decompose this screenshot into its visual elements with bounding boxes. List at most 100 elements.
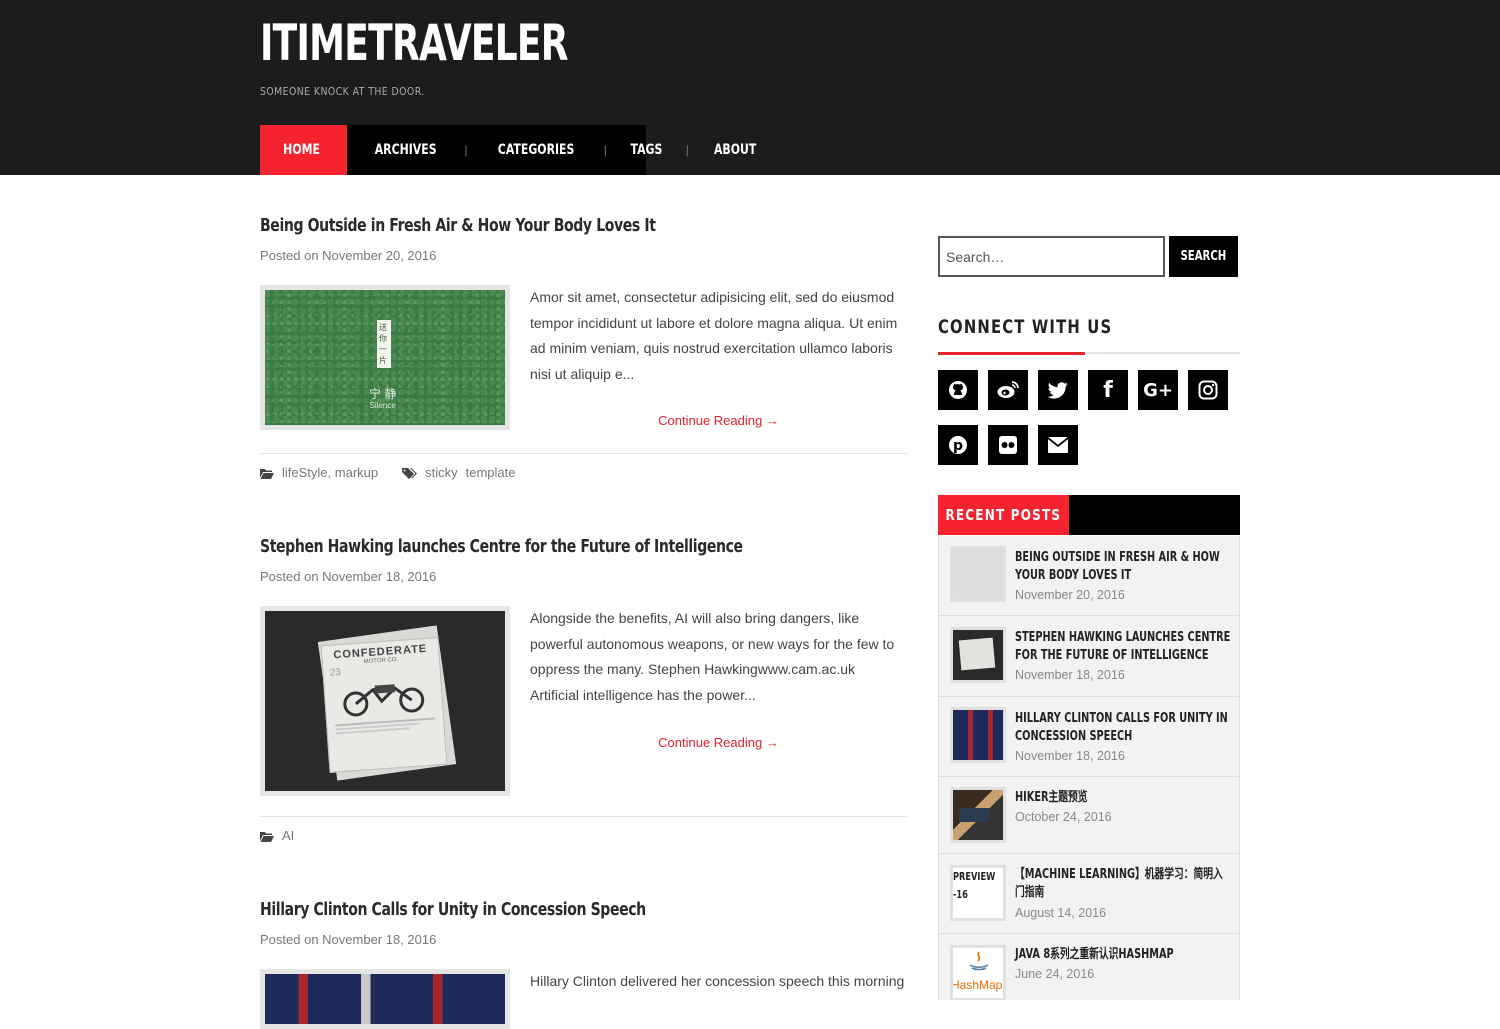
site-header: ITIMETRAVELER SOMEONE KNOCK AT THE DOOR.… — [0, 0, 1500, 175]
google-plus-icon: G+ — [1143, 379, 1173, 401]
post-title[interactable]: Being Outside in Fresh Air & How Your Bo… — [260, 215, 765, 236]
post-title[interactable]: Stephen Hawking launches Centre for the … — [260, 536, 765, 557]
post-title[interactable]: Hillary Clinton Calls for Unity in Conce… — [260, 899, 765, 920]
recent-post-thumb — [950, 627, 1006, 683]
newspaper-image: CONFEDERATE MOTOR CO. 23 — [265, 611, 505, 791]
post-date: Posted on November 20, 2016 — [260, 248, 437, 263]
recent-post-item[interactable]: BEING OUTSIDE IN FRESH AIR & HOW YOUR BO… — [939, 536, 1239, 616]
recent-post-title[interactable]: STEPHEN HAWKING LAUNCHES CENTRE FOR THE … — [1015, 629, 1233, 665]
site-tagline: SOMEONE KNOCK AT THE DOOR. — [260, 85, 425, 98]
flickr-icon — [999, 436, 1017, 454]
category-separator: , — [327, 465, 332, 480]
search-button[interactable]: SEARCH — [1169, 236, 1238, 277]
category-link[interactable]: markup — [335, 465, 378, 480]
facebook-button[interactable]: f — [1088, 370, 1128, 410]
weibo-button[interactable] — [988, 370, 1028, 410]
tag-link[interactable]: template — [466, 465, 516, 480]
tag-link[interactable]: sticky — [425, 465, 458, 480]
post-excerpt: Hillary Clinton delivered her concession… — [530, 973, 905, 989]
post-date: Posted on November 18, 2016 — [260, 569, 437, 584]
category-link[interactable]: lifeStyle — [282, 465, 328, 480]
recent-post-thumb: HashMap — [950, 945, 1006, 1000]
recent-post-date: November 20, 2016 — [1015, 588, 1125, 602]
java-icon — [969, 951, 989, 971]
site-title[interactable]: ITIMETRAVELER — [260, 14, 569, 72]
recent-post-title[interactable]: JAVA 8系列之重新认识HASHMAP — [1015, 946, 1233, 964]
thumb-newspaper — [958, 637, 996, 671]
recent-post-title[interactable]: HIKER主题预览 — [1015, 789, 1233, 807]
recent-post-date: November 18, 2016 — [1015, 668, 1125, 682]
connect-title: CONNECT WITH US — [938, 316, 1113, 338]
post-excerpt: Alongside the benefits, AI will also bri… — [530, 610, 895, 703]
recent-post-title[interactable]: 【MACHINE LEARNING】机器学习：简明入门指南 — [1015, 866, 1233, 902]
forest-image: 送你一片 宁 静 Silence — [265, 290, 505, 425]
instagram-button[interactable] — [1188, 370, 1228, 410]
nav-item-categories[interactable]: CATEGORIES — [468, 125, 604, 175]
post-meta: AI — [260, 816, 907, 843]
post-excerpt: Amor sit amet, consectetur adipisicing e… — [530, 289, 898, 382]
search-input[interactable] — [938, 236, 1165, 277]
post-meta: lifeStyle, markup sticky template — [260, 453, 907, 480]
folder-icon — [260, 468, 274, 479]
post-thumbnail[interactable]: CONFEDERATE MOTOR CO. 23 — [260, 606, 510, 796]
post-article: Stephen Hawking launches Centre for the … — [260, 536, 907, 843]
post-thumbnail[interactable]: 送你一片 宁 静 Silence — [260, 285, 510, 430]
envelope-icon — [1048, 437, 1068, 453]
nav-item-about[interactable]: ABOUT — [689, 125, 781, 175]
recent-post-date: August 14, 2016 — [1015, 906, 1107, 920]
recent-post-title[interactable]: BEING OUTSIDE IN FRESH AIR & HOW YOUR BO… — [1015, 549, 1233, 585]
post-article: Hillary Clinton Calls for Unity in Conce… — [260, 899, 907, 1029]
post-article: Being Outside in Fresh Air & How Your Bo… — [260, 215, 907, 480]
recent-post-date: November 18, 2016 — [1015, 749, 1125, 763]
pinterest-icon: p — [949, 436, 967, 454]
nav-item-home[interactable]: HOME — [260, 125, 348, 175]
github-button[interactable] — [938, 370, 978, 410]
post-body: 送你一片 宁 静 Silence Amor sit amet, consecte… — [260, 285, 907, 431]
recent-post-title[interactable]: HILLARY CLINTON CALLS FOR UNITY IN CONCE… — [1015, 710, 1233, 746]
speech-image — [265, 974, 505, 1024]
motorcycle-graphic — [343, 684, 425, 717]
continue-reading-link[interactable]: Continue Reading → — [530, 735, 907, 750]
nav-item-archives[interactable]: ARCHIVES — [347, 125, 464, 175]
tags-icon — [402, 467, 418, 479]
post-body: CONFEDERATE MOTOR CO. 23 Alongside the b… — [260, 606, 907, 796]
continue-reading-link[interactable]: Continue Reading → — [530, 413, 907, 428]
recent-posts-list: BEING OUTSIDE IN FRESH AIR & HOW YOUR BO… — [938, 536, 1240, 1000]
newspaper-front: CONFEDERATE MOTOR CO. 23 — [320, 637, 448, 773]
flickr-button[interactable] — [988, 425, 1028, 465]
poster-caption: 宁 静 Silence — [369, 388, 396, 412]
email-button[interactable] — [1038, 425, 1078, 465]
recent-post-date: October 24, 2016 — [1015, 810, 1112, 824]
recent-post-thumb — [950, 546, 1006, 602]
recent-post-item[interactable]: STEPHEN HAWKING LAUNCHES CENTRE FOR THE … — [939, 616, 1239, 697]
instagram-icon — [1198, 380, 1218, 400]
github-icon — [949, 381, 967, 399]
recent-post-thumb — [950, 787, 1006, 843]
poster-vertical-text: 送你一片 — [379, 323, 387, 365]
google-plus-button[interactable]: G+ — [1138, 370, 1178, 410]
recent-post-item[interactable]: HashMap JAVA 8系列之重新认识HASHMAP June 24, 20… — [939, 934, 1239, 1000]
post-date: Posted on November 18, 2016 — [260, 932, 437, 947]
recent-post-item[interactable]: HIKER主题预览 October 24, 2016 — [939, 777, 1239, 854]
twitter-button[interactable] — [1038, 370, 1078, 410]
twitter-icon — [1048, 381, 1068, 399]
category-link[interactable]: AI — [282, 828, 294, 843]
pinterest-button[interactable]: p — [938, 425, 978, 465]
folder-icon — [260, 831, 274, 842]
weibo-icon — [997, 381, 1019, 398]
widget-divider-accent — [938, 352, 1085, 355]
recent-post-item[interactable]: PREVIEW-16 【MACHINE LEARNING】机器学习：简明入门指南… — [939, 854, 1239, 934]
broken-image-alt: PREVIEW-16 — [953, 870, 996, 901]
thumb-laptop — [959, 808, 989, 822]
recent-posts-title: RECENT POSTS — [938, 495, 1069, 535]
poster-caption-en: Silence — [369, 401, 396, 410]
facebook-icon: f — [1103, 377, 1113, 403]
post-body: Hillary Clinton delivered her concession… — [260, 969, 907, 1029]
recent-posts-header: RECENT POSTS — [938, 495, 1240, 535]
nav-item-tags[interactable]: TAGS — [607, 125, 686, 175]
post-thumbnail[interactable] — [260, 969, 510, 1029]
thumb-hashmap-label: HashMap — [951, 978, 1003, 992]
poster-caption-cn: 宁 静 — [369, 387, 397, 401]
recent-post-item[interactable]: HILLARY CLINTON CALLS FOR UNITY IN CONCE… — [939, 697, 1239, 777]
main-nav: HOME ARCHIVES | CATEGORIES | TAGS | ABOU… — [260, 125, 756, 175]
